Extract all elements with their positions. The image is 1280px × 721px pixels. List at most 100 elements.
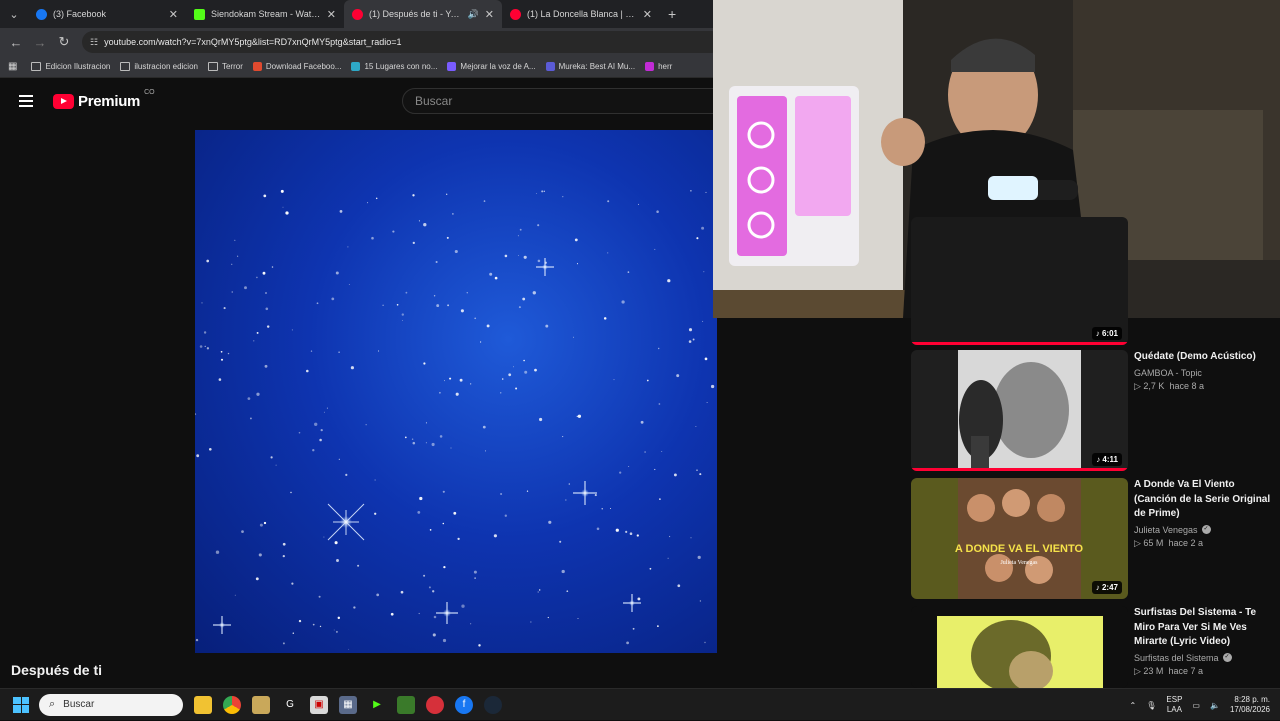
tab-youtube-despues-de-ti[interactable]: (1) Después de ti - YouTube 🔊 ✕ bbox=[344, 0, 502, 28]
new-tab-plus-icon[interactable]: + bbox=[660, 6, 684, 22]
clock-time: 8:28 p. m. bbox=[1234, 695, 1270, 704]
tab-label: (3) Facebook bbox=[53, 9, 107, 19]
calculator-icon[interactable]: ▦ bbox=[339, 695, 357, 714]
file-explorer-icon[interactable] bbox=[194, 695, 212, 714]
site-icon bbox=[447, 62, 457, 71]
language-indicator[interactable]: ESP LAA bbox=[1166, 695, 1182, 715]
video-title[interactable]: Quédate (Demo Acústico) bbox=[1134, 350, 1274, 365]
url-text: youtube.com/watch?v=7xnQrMY5ptg&list=RD7… bbox=[104, 37, 402, 47]
video-title[interactable]: A Donde Va El Viento (Canción de la Seri… bbox=[1134, 478, 1274, 522]
facebook-icon[interactable]: f bbox=[455, 695, 473, 714]
close-tab-icon[interactable]: ✕ bbox=[327, 8, 336, 21]
bookmark-link[interactable]: herr bbox=[645, 62, 672, 71]
watch-progress-bar bbox=[911, 342, 1128, 345]
language-code: ESP bbox=[1166, 695, 1183, 704]
youtube-premium-logo[interactable]: Premium CO bbox=[53, 89, 155, 110]
search-input[interactable]: Buscar bbox=[402, 88, 722, 114]
close-tab-icon[interactable]: ✕ bbox=[485, 8, 494, 21]
speaker-icon[interactable]: 🔊 bbox=[468, 9, 479, 20]
folder-icon bbox=[31, 62, 42, 71]
duration-text: 2:47 bbox=[1101, 583, 1118, 592]
search-icon: ⌕ bbox=[49, 698, 56, 710]
bookmark-link[interactable]: 15 Lugares con no... bbox=[351, 62, 437, 71]
network-icon[interactable]: ▭ bbox=[1192, 701, 1200, 710]
channel-text: Julieta Venegas bbox=[1134, 524, 1198, 535]
windows-taskbar: ⌕ Buscar G ▣ ▦ ▶ f ⌃ 🎙 ESP LAA ▭ 🔈 8:28 … bbox=[0, 688, 1280, 720]
duration-badge: ♪ 6:01 bbox=[1091, 327, 1122, 340]
minecraft-icon[interactable] bbox=[397, 695, 415, 714]
upload-age: hace 7 a bbox=[1168, 665, 1203, 676]
volume-icon[interactable]: 🔈 bbox=[1210, 701, 1220, 710]
site-icon bbox=[252, 62, 262, 71]
close-tab-icon[interactable]: ✕ bbox=[643, 8, 652, 21]
hamburger-menu-icon[interactable] bbox=[19, 95, 33, 107]
search-placeholder: Buscar bbox=[415, 94, 453, 108]
bookmark-link[interactable]: Mureka: Best AI Mu... bbox=[545, 62, 635, 71]
logo-text: Premium bbox=[78, 92, 141, 110]
reload-icon[interactable]: ↻ bbox=[52, 30, 76, 54]
tab-facebook[interactable]: (3) Facebook ✕ bbox=[28, 0, 186, 28]
apps-grid-icon[interactable]: ▦ bbox=[8, 61, 17, 72]
tab-kick-stream[interactable]: Siendokam Stream - Watch Live ✕ bbox=[186, 0, 344, 28]
upload-age: hace 2 a bbox=[1168, 537, 1203, 548]
bookmark-link[interactable]: Mejorar la voz de A... bbox=[447, 62, 536, 71]
video-thumbnail[interactable] bbox=[911, 606, 1128, 688]
video-thumbnail[interactable]: A DONDE VA EL VIENTO Julieta Venegas ♪ 2… bbox=[911, 478, 1128, 599]
facebook-favicon-icon bbox=[36, 8, 47, 20]
channel-name[interactable]: Surfistas del Sistema ✓ bbox=[1134, 653, 1274, 663]
bookmark-label: Download Faceboo... bbox=[265, 62, 342, 71]
forward-arrow-icon[interactable]: → bbox=[28, 30, 52, 54]
watch-progress-bar bbox=[911, 468, 1128, 471]
bookmark-folder[interactable]: Terror bbox=[207, 62, 243, 71]
video-title[interactable]: Surfistas Del Sistema - Te Miro Para Ver… bbox=[1134, 606, 1274, 650]
capcut-icon[interactable]: G bbox=[281, 695, 299, 714]
taskbar-search-input[interactable]: ⌕ Buscar bbox=[39, 693, 183, 716]
video-meta: ▷ 2,7 K hace 8 a bbox=[1134, 380, 1204, 391]
recommendation-item[interactable]: ♪ 6:01 bbox=[911, 217, 1280, 345]
tab-youtube-la-doncella[interactable]: (1) La Doncella Blanca | Ender L ✕ bbox=[502, 0, 660, 28]
tab-label: Siendokam Stream - Watch Live bbox=[211, 9, 321, 19]
view-count: 23 M bbox=[1143, 665, 1164, 676]
video-player[interactable] bbox=[195, 130, 717, 653]
folder-icon bbox=[120, 62, 131, 71]
close-tab-icon[interactable]: ✕ bbox=[169, 8, 178, 21]
microphone-icon[interactable]: 🎙 bbox=[1146, 701, 1156, 710]
recommendation-item[interactable]: Surfistas Del Sistema - Te Miro Para Ver… bbox=[911, 606, 1280, 688]
recommendation-item[interactable]: A DONDE VA EL VIENTO Julieta Venegas ♪ 2… bbox=[911, 478, 1280, 599]
youtube-favicon-icon bbox=[510, 8, 521, 20]
bookmark-folder[interactable]: ilustracion edicion bbox=[120, 62, 198, 71]
thumbnail-image bbox=[937, 616, 1103, 688]
chevron-up-icon[interactable]: ⌃ bbox=[1130, 701, 1137, 710]
chrome-icon[interactable] bbox=[223, 695, 241, 714]
video-title: Después de ti bbox=[11, 662, 103, 678]
tab-search-chevron-icon[interactable]: ⌄ bbox=[0, 0, 28, 28]
channel-text: GAMBOA - Topic bbox=[1134, 367, 1202, 378]
channel-name[interactable]: GAMBOA - Topic bbox=[1134, 368, 1274, 378]
channel-name[interactable]: Julieta Venegas ✓ bbox=[1134, 525, 1274, 535]
video-thumbnail[interactable]: ♪ 6:01 bbox=[911, 217, 1128, 345]
back-arrow-icon[interactable]: ← bbox=[4, 30, 28, 54]
video-info: A Donde Va El Viento (Canción de la Seri… bbox=[1134, 478, 1274, 599]
kick-studio-icon[interactable]: ▶ bbox=[368, 695, 386, 714]
bookmark-label: 15 Lugares con no... bbox=[364, 62, 438, 71]
bookmark-label: Edicion Ilustracion bbox=[45, 62, 111, 71]
bookmark-folder[interactable]: Edicion Ilustracion bbox=[31, 62, 110, 71]
steam-icon[interactable] bbox=[484, 695, 502, 714]
view-count: 65 M bbox=[1143, 537, 1164, 548]
video-thumbnail[interactable]: ♪ 4:11 bbox=[911, 350, 1128, 471]
bookmark-link[interactable]: Download Faceboo... bbox=[252, 62, 342, 71]
address-bar[interactable]: ☷ youtube.com/watch?v=7xnQrMY5ptg&list=R… bbox=[82, 31, 722, 53]
taskbar-search-placeholder: Buscar bbox=[63, 699, 95, 710]
red-app-icon[interactable] bbox=[426, 695, 444, 714]
windows-start-icon[interactable] bbox=[13, 696, 29, 713]
video-info: Quédate (Demo Acústico) GAMBOA - Topic ▷… bbox=[1134, 350, 1274, 471]
taskbar-clock[interactable]: 8:28 p. m. 17/08/2026 bbox=[1230, 695, 1270, 715]
tab-label: (1) Después de ti - YouTube bbox=[369, 9, 462, 19]
kick-favicon-icon bbox=[194, 8, 205, 20]
photo-editor-icon[interactable]: ▣ bbox=[310, 695, 328, 714]
app-hexagon-icon[interactable] bbox=[252, 695, 270, 714]
country-code: CO bbox=[144, 88, 155, 96]
site-info-icon[interactable]: ☷ bbox=[90, 37, 98, 48]
recommendation-item[interactable]: ♪ 4:11 Quédate (Demo Acústico) GAMBOA - … bbox=[911, 350, 1280, 471]
video-info: Surfistas Del Sistema - Te Miro Para Ver… bbox=[1134, 606, 1274, 688]
